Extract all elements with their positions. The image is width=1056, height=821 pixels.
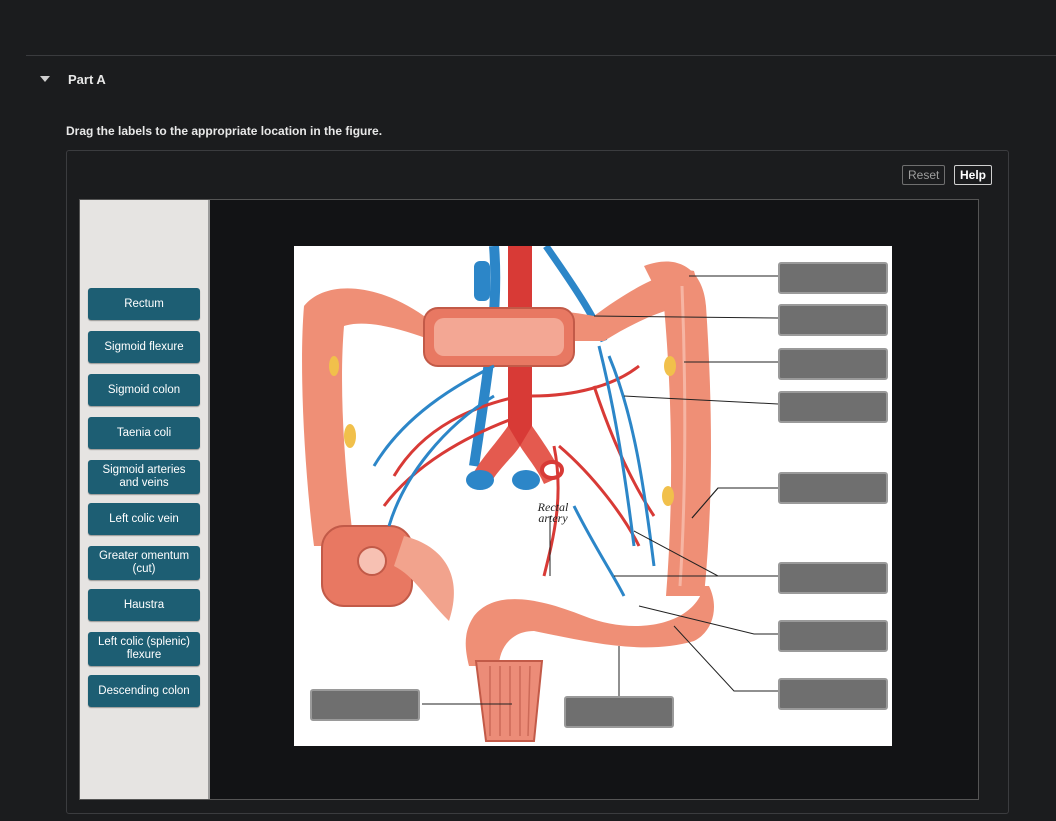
rectum-shape bbox=[474, 660, 544, 742]
fat-appendage-shape bbox=[344, 424, 356, 448]
part-header[interactable]: Part A bbox=[26, 58, 1056, 106]
drag-label-sigmoid-arteries-veins[interactable]: Sigmoid arteries and veins bbox=[88, 460, 200, 494]
drop-zone-5[interactable] bbox=[778, 472, 888, 504]
drop-zone-7[interactable] bbox=[778, 620, 888, 652]
rectal-artery-line-2: artery bbox=[538, 511, 568, 525]
drop-zone-3[interactable] bbox=[778, 348, 888, 380]
iliac-vein-shape bbox=[466, 470, 494, 490]
drop-zone-1[interactable] bbox=[778, 262, 888, 294]
reset-button[interactable]: Reset bbox=[902, 165, 946, 185]
fat-appendage-shape bbox=[662, 486, 674, 506]
ascending-colon-shape bbox=[302, 306, 354, 546]
drop-zone-8[interactable] bbox=[778, 678, 888, 710]
fat-appendage-shape bbox=[664, 356, 676, 376]
rectal-artery-annotation: Rectal artery bbox=[530, 501, 576, 525]
drop-zone-6[interactable] bbox=[778, 562, 888, 594]
drag-label-greater-omentum[interactable]: Greater omentum (cut) bbox=[88, 546, 200, 580]
help-button[interactable]: Help bbox=[954, 165, 993, 185]
colon-anatomy-figure: Rectal artery bbox=[294, 246, 892, 746]
instruction-text: Drag the labels to the appropriate locat… bbox=[66, 124, 383, 138]
drop-zone-9[interactable] bbox=[310, 689, 420, 721]
fat-appendage-shape bbox=[329, 356, 339, 376]
colon-lumen-shape bbox=[434, 318, 564, 356]
drag-label-descending-colon[interactable]: Descending colon bbox=[88, 675, 200, 707]
drop-zone-2[interactable] bbox=[778, 304, 888, 336]
drop-zone-4[interactable] bbox=[778, 391, 888, 423]
drop-zone-10[interactable] bbox=[564, 696, 674, 728]
drag-label-haustra[interactable]: Haustra bbox=[88, 589, 200, 621]
section-divider bbox=[26, 55, 1056, 56]
drag-label-left-colic-flexure[interactable]: Left colic (splenic) flexure bbox=[88, 632, 200, 666]
iliac-vein-shape bbox=[512, 470, 540, 490]
sigmoid-colon-shape bbox=[465, 586, 714, 666]
drag-label-rectum[interactable]: Rectum bbox=[88, 288, 200, 320]
drag-label-sigmoid-flexure[interactable]: Sigmoid flexure bbox=[88, 331, 200, 363]
drag-label-left-colic-vein[interactable]: Left colic vein bbox=[88, 503, 200, 535]
part-title: Part A bbox=[68, 72, 106, 87]
drag-label-sigmoid-colon[interactable]: Sigmoid colon bbox=[88, 374, 200, 406]
drag-drop-stage: Rectum Sigmoid flexure Sigmoid colon Tae… bbox=[79, 199, 979, 800]
collapse-caret-icon[interactable] bbox=[40, 76, 50, 82]
labeling-workspace: Reset Help Rectum Sigmoid flexure Sigmoi… bbox=[66, 150, 1009, 814]
drag-label-taenia-coli[interactable]: Taenia coli bbox=[88, 417, 200, 449]
ileum-section bbox=[357, 546, 387, 576]
label-bank: Rectum Sigmoid flexure Sigmoid colon Tae… bbox=[80, 200, 210, 799]
vena-cava-shape bbox=[474, 261, 490, 301]
